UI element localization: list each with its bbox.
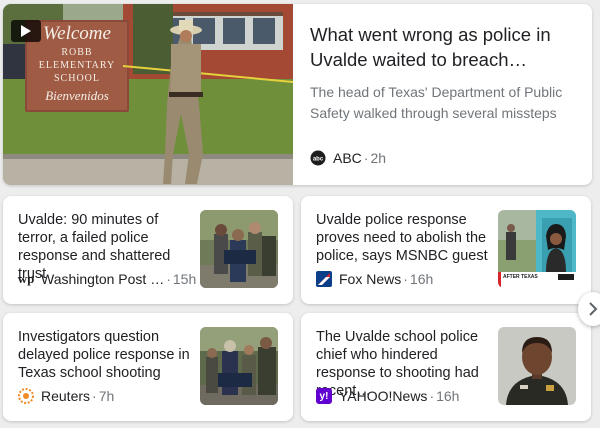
news-card[interactable]: Investigators question delayed police re… [3,313,293,421]
article-source: wp Washington Post … · 15h [17,271,197,287]
article-thumbnail [498,327,576,405]
article-source: y! YAHOO!News · 16h [316,388,459,404]
sign-line-bienvenidos: Bienvenidos [45,88,109,103]
washington-post-logo: wp [17,271,35,286]
article-thumbnail [200,327,278,405]
source-name: Reuters [41,388,91,404]
article-headline[interactable]: Investigators question delayed police re… [18,328,196,382]
yahoo-news-logo: y! [316,388,332,404]
thumbnail-caption: AFTER TEXAS [503,274,538,280]
source-name: Fox News [339,271,402,287]
featured-headline[interactable]: What went wrong as police in Uvalde wait… [310,22,580,72]
separator-dot: · [429,388,435,404]
play-icon[interactable] [11,20,41,42]
featured-time: 2h [370,150,387,166]
news-card[interactable]: The Uvalde school police chief who hinde… [301,313,591,421]
chevron-right-icon [589,302,598,316]
featured-snippet: The head of Texas' Department of Public … [310,84,563,121]
article-source: Fox News · 16h [316,271,433,287]
news-card[interactable]: Uvalde police response proves need to ab… [301,196,591,304]
article-time: 16h [436,388,460,404]
featured-source-name: ABC [333,150,362,166]
sign-line-elementary: ELEMENTARY [38,60,116,71]
source-name: Washington Post … [41,271,165,287]
article-thumbnail: AFTER TEXAS [498,210,576,288]
reuters-logo [18,388,34,404]
abc-news-logo: abc [310,150,326,166]
separator-dot: · [92,388,97,404]
svg-text:abc: abc [313,157,324,163]
sign-line-robb: ROBB [61,47,93,58]
featured-image: Welcome ROBB ELEMENTARY SCHOOL Bienvenid… [3,4,293,185]
article-time: 16h [409,271,434,287]
article-time: 15h [172,271,197,287]
news-card[interactable]: Uvalde: 90 minutes of terror, a failed p… [3,196,293,304]
article-thumbnail [200,210,278,288]
article-source: Reuters · 7h [18,388,114,404]
featured-news-card[interactable]: Welcome ROBB ELEMENTARY SCHOOL Bienvenid… [3,4,592,185]
separator-dot: · [166,271,171,287]
article-headline[interactable]: Uvalde police response proves need to ab… [316,211,494,265]
separator-dot: · [363,150,369,166]
featured-source: abc ABC · 2h [310,150,386,166]
fox-news-logo [316,271,332,287]
sign-line-school: SCHOOL [53,73,100,84]
sign-welcome: Welcome [43,23,111,44]
source-name: YAHOO!News [339,388,428,404]
article-time: 7h [98,388,115,404]
separator-dot: · [403,271,408,287]
next-arrow-button[interactable] [578,292,600,326]
